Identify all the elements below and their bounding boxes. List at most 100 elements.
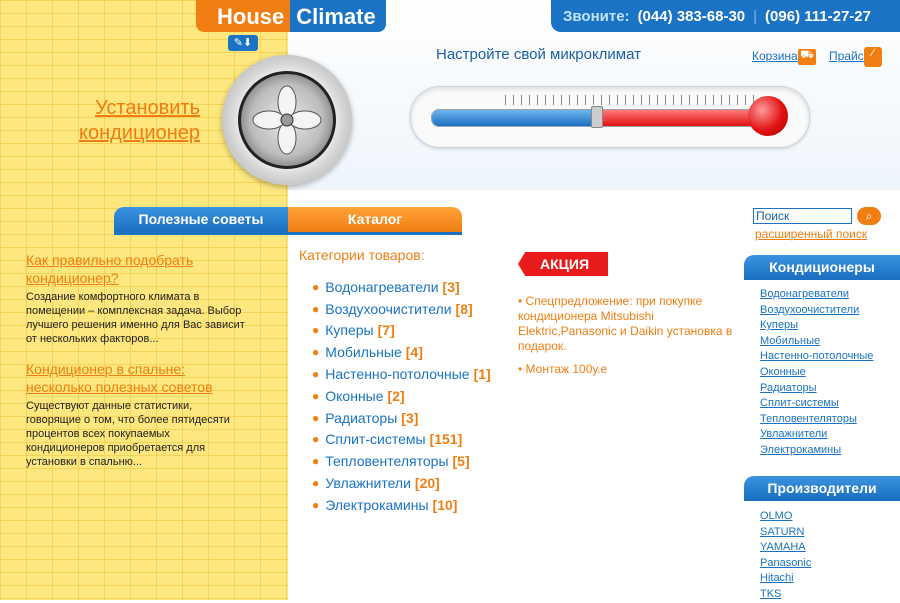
catalog-item-count: [4] (405, 344, 423, 361)
catalog-heading: Категории товаров: (299, 247, 425, 263)
fan-icon (222, 55, 352, 185)
tab-catalog[interactable]: Каталог (288, 207, 462, 232)
thermometer-slider[interactable] (410, 86, 810, 148)
promo-badge: АКЦИЯ (518, 252, 608, 276)
catalog-item-count: [5] (452, 453, 470, 470)
catalog-item-name: Увлажнители (325, 475, 411, 492)
bullet-icon: ● (312, 497, 320, 512)
install-line-2: кондиционер (78, 122, 200, 144)
phone-separator: | (753, 7, 758, 25)
catalog-item[interactable]: ● Водонагреватели [3] (312, 276, 491, 298)
sidebar-conditioners-list: Водонагреватели Воздухоочистители Куперы… (760, 287, 873, 459)
catalog-item-count: [3] (401, 409, 419, 426)
sidebar-item[interactable]: Куперы (760, 318, 873, 334)
catalog-item[interactable]: ● Тепловентеляторы [5] (312, 450, 491, 472)
phones-label: Звоните: (563, 7, 630, 25)
catalog-item-name: Электрокамины (325, 496, 429, 513)
promo-item[interactable]: • Монтаж 100у.е (518, 362, 738, 377)
sidebar-item[interactable]: Сплит-системы (760, 396, 873, 412)
bullet-icon: ● (312, 432, 320, 447)
promo-item[interactable]: • Спецпредложение: при покупке кондицион… (518, 294, 738, 354)
phone-1: (044) 383-68-30 (637, 7, 746, 25)
fan-grill (238, 71, 336, 169)
catalog-list: ● Водонагреватели [3] ● Воздухоочистители [8… (312, 276, 491, 516)
price-link[interactable]: Прайс (829, 49, 864, 63)
catalog-item[interactable]: ● Электрокамины [10] (312, 494, 491, 516)
install-line-1: Установить (95, 97, 200, 119)
article-text: Создание комфортного климата в помещении… (26, 291, 245, 345)
sidebar-item[interactable]: TKS (760, 587, 811, 603)
bullet-icon: ● (312, 388, 320, 403)
cart-link[interactable]: Корзина (752, 49, 798, 63)
article-text: Существуют данные статистики, говорящие … (26, 400, 230, 468)
tab-useful-tips[interactable]: Полезные советы (114, 207, 288, 232)
sidebar-item[interactable]: Увлажнители (760, 427, 873, 443)
sidebar-item[interactable]: Мобильные (760, 334, 873, 350)
sidebar-item[interactable]: SATURN (760, 525, 811, 541)
thermometer-bulb (748, 96, 788, 136)
catalog-item-name: Куперы (325, 322, 374, 339)
thermometer-handle[interactable] (591, 106, 603, 128)
sidebar-item[interactable]: Panasonic (760, 556, 811, 572)
catalog-item-count: [1] (473, 366, 491, 383)
catalog-item-count: [3] (442, 278, 460, 295)
catalog-item-name: Воздухоочистители (325, 300, 452, 317)
bullet-icon: ● (312, 301, 320, 316)
sidebar-item[interactable]: Воздухоочистители (760, 303, 873, 319)
sidebar-item[interactable]: Водонагреватели (760, 287, 873, 303)
bullet-icon: ● (312, 476, 320, 491)
catalog-item[interactable]: ● Оконные [2] (312, 385, 491, 407)
edit-icon[interactable]: ✎⬇ (228, 35, 258, 51)
bullet-icon: ● (312, 454, 320, 469)
cart-icon[interactable]: ⛟ (798, 49, 816, 65)
catalog-item[interactable]: ● Увлажнители [20] (312, 472, 491, 494)
phone-2: (096) 111-27-27 (765, 7, 871, 25)
search-icon[interactable]: ⌕ (857, 207, 881, 225)
catalog-item-name: Радиаторы (325, 409, 398, 426)
bullet-icon: ● (312, 410, 320, 425)
sidebar-item[interactable]: Оконные (760, 365, 873, 381)
fan-blades-icon (252, 85, 322, 155)
catalog-item[interactable]: ● Радиаторы [3] (312, 407, 491, 429)
search-input[interactable] (753, 208, 852, 224)
catalog-item[interactable]: ● Сплит-системы [151] (312, 429, 491, 451)
sidebar-item[interactable]: Hitachi (760, 571, 811, 587)
thermometer-cold-fill (432, 110, 597, 126)
catalog-item-count: [20] (414, 475, 440, 492)
catalog-item-name: Настенно-потолочные (325, 366, 470, 383)
thermometer-ticks (505, 95, 755, 105)
article-title[interactable]: Как правильно подобрать кондиционер? (26, 251, 226, 287)
catalog-item-name: Сплит-системы (325, 431, 426, 448)
sidebar-item[interactable]: Радиаторы (760, 381, 873, 397)
catalog-item[interactable]: ● Воздухоочистители [8] (312, 298, 491, 320)
catalog-item-count: [8] (455, 300, 473, 317)
logo-house: House (196, 0, 291, 32)
sidebar-item[interactable]: Настенно-потолочные (760, 349, 873, 365)
sidebar-makers-list: OLMO SATURN YAMAHA Panasonic Hitachi TKS (760, 509, 811, 603)
thermometer-hot-fill (597, 110, 762, 126)
sidebar-item[interactable]: Тепловентеляторы (760, 412, 873, 428)
catalog-item[interactable]: ● Куперы [7] (312, 320, 491, 342)
sidebar-item[interactable]: YAMAHA (760, 540, 811, 556)
bullet-icon: ● (312, 345, 320, 360)
price-icon[interactable]: ⁄ (864, 47, 882, 67)
content-tabs: Полезные советы Каталог (114, 207, 462, 232)
site-logo[interactable]: House Climate (196, 0, 386, 32)
sidebar-item[interactable]: Электрокамины (760, 443, 873, 459)
sidebar-makers-heading: Производители (744, 476, 900, 501)
tab-underline (114, 232, 462, 235)
sidebar-item[interactable]: OLMO (760, 509, 811, 525)
bullet-icon: ● (312, 323, 320, 338)
catalog-item-name: Оконные (325, 387, 384, 404)
logo-climate: Climate (290, 0, 386, 32)
catalog-item[interactable]: ● Мобильные [4] (312, 341, 491, 363)
catalog-item-count: [7] (377, 322, 395, 339)
install-conditioner-link[interactable]: Установить кондиционер (60, 96, 200, 146)
advanced-search-link[interactable]: расширенный поиск (755, 227, 867, 241)
catalog-item-name: Мобильные (325, 344, 402, 361)
catalog-item-name: Тепловентеляторы (325, 453, 449, 470)
article-title[interactable]: Кондиционер в спальне: несколько полезны… (26, 360, 226, 396)
catalog-item-count: [2] (387, 387, 405, 404)
bullet-icon: ● (312, 279, 320, 294)
catalog-item[interactable]: ● Настенно-потолочные [1] (312, 363, 491, 385)
